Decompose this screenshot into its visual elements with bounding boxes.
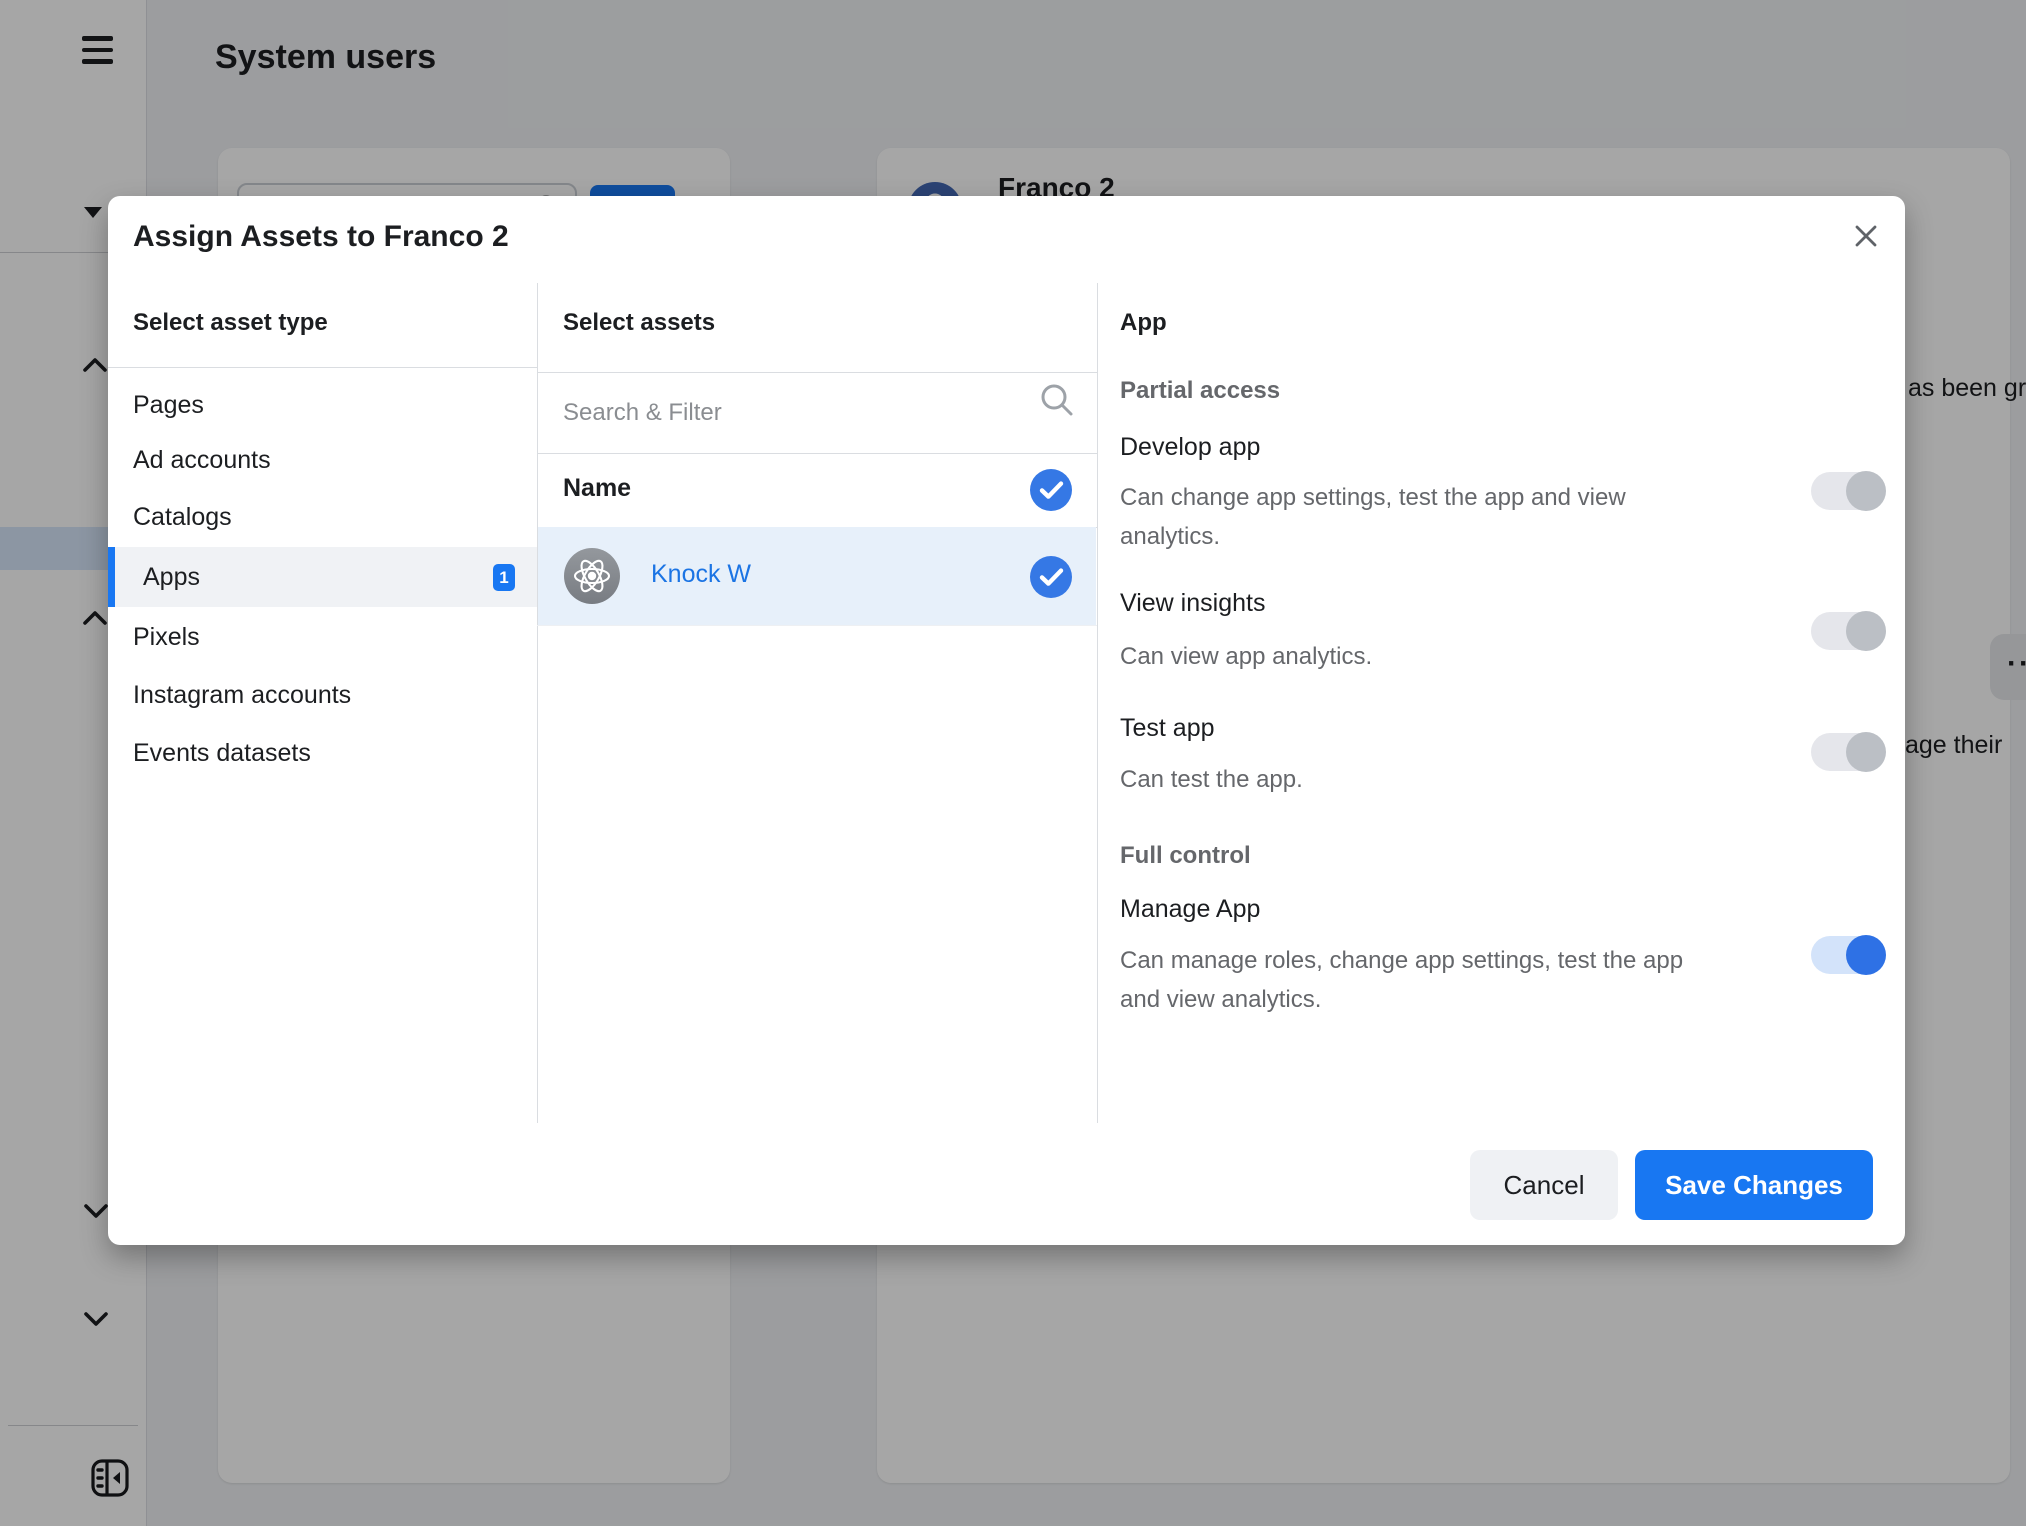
asset-type-header: Select asset type (133, 309, 328, 337)
asset-row-knock-w[interactable]: Knock W (538, 527, 1096, 625)
divider (108, 367, 537, 368)
permission-manage-app-description: Can manage roles, change app settings, t… (1120, 941, 1720, 1019)
develop-app-toggle[interactable] (1811, 472, 1884, 510)
asset-type-events-datasets[interactable]: Events datasets (108, 723, 537, 783)
column-divider (1097, 283, 1098, 1123)
asset-type-pixels[interactable]: Pixels (108, 607, 537, 667)
asset-checkbox[interactable] (1030, 556, 1072, 598)
permission-manage-app: Manage App (1120, 895, 1260, 924)
permission-develop-app: Develop app (1120, 433, 1260, 462)
permission-test-app-description: Can test the app. (1120, 760, 1303, 799)
asset-type-pages[interactable]: Pages (108, 375, 537, 435)
permission-develop-app-description: Can change app settings, test the app an… (1120, 478, 1720, 556)
asset-name: Knock W (651, 560, 751, 589)
full-control-section-title: Full control (1120, 842, 1251, 870)
app-permissions-header: App (1120, 309, 1167, 337)
manage-app-toggle[interactable] (1811, 936, 1884, 974)
app-atom-icon (564, 548, 620, 604)
asset-type-ad-accounts[interactable]: Ad accounts (108, 430, 537, 490)
assign-assets-dialog: Assign Assets to Franco 2 Select asset t… (108, 196, 1905, 1245)
permission-view-insights-description: Can view app analytics. (1120, 637, 1372, 676)
name-column-header: Name (563, 474, 631, 503)
save-changes-button[interactable]: Save Changes (1635, 1150, 1873, 1220)
asset-type-apps[interactable]: Apps 1 (108, 547, 537, 607)
select-all-checkbox[interactable] (1030, 469, 1072, 511)
search-input[interactable] (563, 391, 1003, 435)
search-icon (1038, 381, 1076, 419)
permission-view-insights: View insights (1120, 589, 1265, 618)
asset-list-header-row: Name (538, 454, 1096, 527)
screen: System users Franco 2 as been gr age (0, 0, 2026, 1526)
dialog-title: Assign Assets to Franco 2 (133, 220, 509, 254)
cancel-button[interactable]: Cancel (1470, 1150, 1618, 1220)
select-assets-header: Select assets (563, 309, 715, 337)
permission-test-app: Test app (1120, 714, 1215, 743)
apps-count-badge: 1 (493, 564, 515, 591)
divider (537, 625, 1097, 626)
asset-type-catalogs[interactable]: Catalogs (108, 487, 537, 547)
close-icon[interactable] (1848, 218, 1884, 254)
view-insights-toggle[interactable] (1811, 612, 1884, 650)
test-app-toggle[interactable] (1811, 733, 1884, 771)
partial-access-section-title: Partial access (1120, 377, 1280, 405)
asset-type-instagram-accounts[interactable]: Instagram accounts (108, 665, 537, 725)
asset-search-row (538, 373, 1096, 453)
